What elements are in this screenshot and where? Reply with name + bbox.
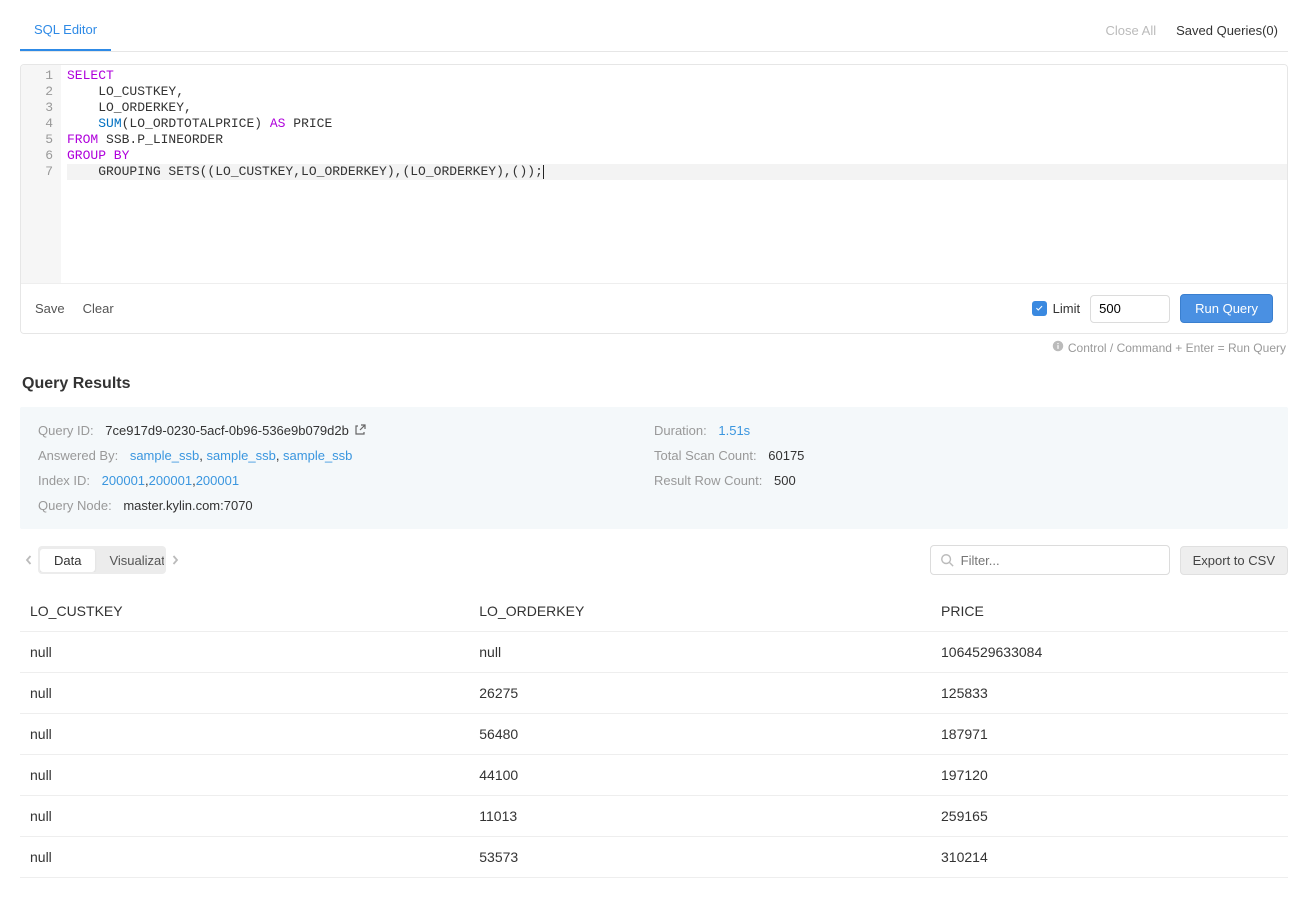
tab-scroll-left[interactable] bbox=[20, 546, 38, 574]
index-id-link[interactable]: 200001 bbox=[102, 473, 145, 488]
answered-by-label: Answered By: bbox=[38, 448, 118, 463]
saved-queries-link[interactable]: Saved Queries(0) bbox=[1166, 11, 1288, 50]
answered-by-link[interactable]: sample_ssb bbox=[283, 448, 352, 463]
cell: 26275 bbox=[479, 685, 941, 701]
index-id-label: Index ID: bbox=[38, 473, 90, 488]
cell: 197120 bbox=[941, 767, 1278, 783]
cell: null bbox=[30, 808, 479, 824]
export-csv-button[interactable]: Export to CSV bbox=[1180, 546, 1288, 575]
index-id-link[interactable]: 200001 bbox=[149, 473, 192, 488]
save-button[interactable]: Save bbox=[35, 301, 65, 316]
table-header: LO_CUSTKEY LO_ORDERKEY PRICE bbox=[20, 591, 1288, 632]
cell: null bbox=[30, 726, 479, 742]
table-row: null56480187971 bbox=[20, 714, 1288, 755]
clear-button[interactable]: Clear bbox=[83, 301, 114, 316]
info-icon bbox=[1052, 340, 1064, 355]
keyboard-hint: Control / Command + Enter = Run Query bbox=[20, 340, 1286, 355]
hint-text: Control / Command + Enter = Run Query bbox=[1068, 341, 1286, 355]
limit-label: Limit bbox=[1053, 301, 1080, 316]
duration-value[interactable]: 1.51s bbox=[718, 423, 750, 438]
answered-by-link[interactable]: sample_ssb bbox=[130, 448, 199, 463]
cell: 125833 bbox=[941, 685, 1278, 701]
tab-data[interactable]: Data bbox=[40, 549, 95, 572]
query-id-value: 7ce917d9-0230-5acf-0b96-536e9b079d2b bbox=[105, 423, 349, 438]
meta-answered-by: Answered By: sample_ssb, sample_ssb, sam… bbox=[38, 448, 654, 463]
filter-wrap bbox=[930, 545, 1170, 575]
cell: 56480 bbox=[479, 726, 941, 742]
cell: null bbox=[479, 644, 941, 660]
cell: 187971 bbox=[941, 726, 1278, 742]
editor-footer: Save Clear Limit Run Query bbox=[21, 283, 1287, 333]
cell: 310214 bbox=[941, 849, 1278, 865]
editor-card: 1234567 SELECT LO_CUSTKEY, LO_ORDERKEY, … bbox=[20, 64, 1288, 334]
table-row: null26275125833 bbox=[20, 673, 1288, 714]
row-count-value: 500 bbox=[774, 473, 796, 488]
cell: 44100 bbox=[479, 767, 941, 783]
query-node-value: master.kylin.com:7070 bbox=[123, 498, 252, 513]
meta-query-node: Query Node: master.kylin.com:7070 bbox=[38, 498, 654, 513]
search-icon bbox=[940, 553, 954, 567]
result-toolbar: Data Visualization Export to CSV bbox=[20, 545, 1288, 575]
meta-duration: Duration: 1.51s bbox=[654, 423, 1270, 438]
query-id-label: Query ID: bbox=[38, 423, 94, 438]
external-link-icon[interactable] bbox=[354, 424, 366, 436]
meta-row-count: Result Row Count: 500 bbox=[654, 473, 1270, 488]
top-tabs: SQL Editor Close All Saved Queries(0) bbox=[20, 10, 1288, 52]
tab-scroll-right[interactable] bbox=[166, 546, 184, 574]
col-header[interactable]: LO_CUSTKEY bbox=[30, 603, 479, 619]
cell: null bbox=[30, 767, 479, 783]
col-header[interactable]: PRICE bbox=[941, 603, 1278, 619]
meta-query-id: Query ID: 7ce917d9-0230-5acf-0b96-536e9b… bbox=[38, 423, 654, 438]
filter-input[interactable] bbox=[930, 545, 1170, 575]
index-id-link[interactable]: 200001 bbox=[196, 473, 239, 488]
table-row: null44100197120 bbox=[20, 755, 1288, 796]
results-table: LO_CUSTKEY LO_ORDERKEY PRICE nullnull106… bbox=[20, 591, 1288, 878]
limit-checkbox[interactable] bbox=[1032, 301, 1047, 316]
cell: 259165 bbox=[941, 808, 1278, 824]
result-tabs: Data Visualization bbox=[38, 546, 166, 574]
table-row: nullnull1064529633084 bbox=[20, 632, 1288, 673]
answered-by-value: sample_ssb, sample_ssb, sample_ssb bbox=[130, 448, 353, 463]
answered-by-link[interactable]: sample_ssb bbox=[206, 448, 275, 463]
query-results-title: Query Results bbox=[22, 375, 1286, 393]
col-header[interactable]: LO_ORDERKEY bbox=[479, 603, 941, 619]
cell: null bbox=[30, 849, 479, 865]
run-query-button[interactable]: Run Query bbox=[1180, 294, 1273, 323]
duration-label: Duration: bbox=[654, 423, 707, 438]
line-gutter: 1234567 bbox=[21, 65, 61, 283]
cell: 11013 bbox=[479, 808, 941, 824]
table-row: null53573310214 bbox=[20, 837, 1288, 878]
meta-scan-count: Total Scan Count: 60175 bbox=[654, 448, 1270, 463]
table-row: null11013259165 bbox=[20, 796, 1288, 837]
cell: 53573 bbox=[479, 849, 941, 865]
sql-editor[interactable]: 1234567 SELECT LO_CUSTKEY, LO_ORDERKEY, … bbox=[21, 65, 1287, 283]
tab-visualization[interactable]: Visualization bbox=[95, 549, 164, 572]
meta-index-id: Index ID: 200001,200001,200001 bbox=[38, 473, 654, 488]
tab-sql-editor[interactable]: SQL Editor bbox=[20, 10, 111, 51]
cell: null bbox=[30, 644, 479, 660]
cell: 1064529633084 bbox=[941, 644, 1278, 660]
code-area[interactable]: SELECT LO_CUSTKEY, LO_ORDERKEY, SUM(LO_O… bbox=[61, 65, 1287, 283]
scan-count-label: Total Scan Count: bbox=[654, 448, 757, 463]
close-all-link: Close All bbox=[1096, 11, 1167, 50]
scan-count-value: 60175 bbox=[768, 448, 804, 463]
results-meta: Query ID: 7ce917d9-0230-5acf-0b96-536e9b… bbox=[20, 407, 1288, 529]
query-node-label: Query Node: bbox=[38, 498, 112, 513]
limit-input[interactable] bbox=[1090, 295, 1170, 323]
row-count-label: Result Row Count: bbox=[654, 473, 762, 488]
cell: null bbox=[30, 685, 479, 701]
index-id-value: 200001,200001,200001 bbox=[102, 473, 239, 488]
